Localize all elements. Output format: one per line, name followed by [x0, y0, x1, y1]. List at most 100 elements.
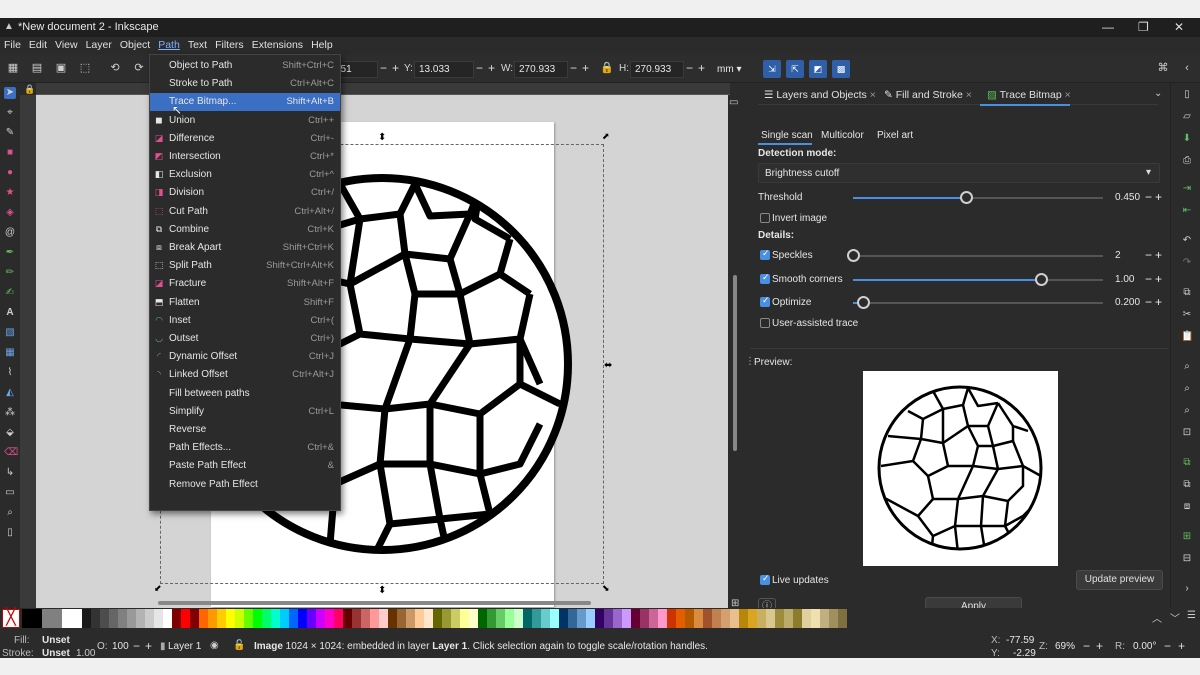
scale-handle-bottom-right[interactable]: ⬊	[602, 583, 610, 594]
color-swatch[interactable]	[280, 609, 289, 628]
optimize-minus-button[interactable]: −	[1145, 295, 1152, 309]
color-swatch[interactable]	[325, 609, 334, 628]
y-plus-button[interactable]: +	[488, 61, 495, 75]
rotate-ccw-icon[interactable]: ⟲	[108, 61, 122, 75]
color-swatch[interactable]	[262, 609, 271, 628]
menu-item-division[interactable]: ◨ Division Ctrl+/	[150, 184, 340, 202]
color-swatch[interactable]	[649, 609, 658, 628]
palette-down-icon[interactable]: ﹀	[1170, 610, 1180, 625]
color-swatch[interactable]	[352, 609, 361, 628]
color-swatch[interactable]	[541, 609, 550, 628]
color-swatch[interactable]	[235, 609, 244, 628]
menu-item-fracture[interactable]: ◪ Fracture Shift+Alt+F	[150, 275, 340, 293]
detection-mode-select[interactable]: Brightness cutoff ▾	[758, 163, 1160, 183]
optimize-checkbox[interactable]	[760, 295, 770, 307]
color-swatch[interactable]	[190, 609, 199, 628]
menu-item-difference[interactable]: ◪ Difference Ctrl+-	[150, 130, 340, 148]
color-swatch[interactable]	[820, 609, 829, 628]
speckles-value[interactable]: 2	[1115, 250, 1121, 261]
menu-extensions[interactable]: Extensions	[248, 37, 307, 51]
w-minus-button[interactable]: −	[570, 61, 577, 75]
color-swatch[interactable]	[388, 609, 397, 628]
scale-corners-icon[interactable]: ⇱	[786, 60, 804, 78]
scale-handle-right[interactable]: ⬌	[604, 360, 612, 371]
menu-item-fill-between-paths[interactable]: Fill between paths	[150, 385, 340, 403]
menu-item-path-effects[interactable]: Path Effects... Ctrl+&	[150, 439, 340, 457]
print-icon[interactable]: ⎙	[1181, 155, 1193, 167]
current-layer[interactable]: Layer 1	[168, 641, 201, 652]
color-swatch[interactable]	[532, 609, 541, 628]
h-plus-button[interactable]: +	[698, 61, 705, 75]
color-swatch[interactable]	[613, 609, 622, 628]
undo-icon[interactable]: ↶	[1181, 235, 1193, 247]
close-tab-icon[interactable]: ×	[966, 89, 972, 101]
menu-layer[interactable]: Layer	[82, 37, 116, 51]
color-swatch[interactable]	[811, 609, 820, 628]
optimize-plus-button[interactable]: +	[1155, 295, 1162, 309]
color-swatch[interactable]	[424, 609, 433, 628]
vertical-scrollbar[interactable]	[733, 275, 737, 451]
smooth-corners-slider-knob[interactable]	[1034, 273, 1048, 286]
color-swatch[interactable]	[307, 609, 316, 628]
threshold-minus-button[interactable]: −	[1145, 190, 1152, 204]
node-tool-icon[interactable]: ⌖	[4, 107, 16, 119]
color-swatch[interactable]	[730, 609, 739, 628]
subtab-pixel-art[interactable]: Pixel art	[877, 130, 913, 141]
color-swatch[interactable]	[478, 609, 487, 628]
color-swatch[interactable]	[748, 609, 757, 628]
menu-item-combine[interactable]: ⧉ Combine Ctrl+K	[150, 221, 340, 239]
color-swatch[interactable]	[622, 609, 631, 628]
menu-file[interactable]: File	[0, 37, 25, 51]
color-swatch[interactable]	[775, 609, 784, 628]
scale-handle-bottom-left[interactable]: ⬋	[154, 583, 162, 594]
menu-item-exclusion[interactable]: ◧ Exclusion Ctrl+^	[150, 166, 340, 184]
color-swatch[interactable]	[577, 609, 586, 628]
color-swatch[interactable]	[559, 609, 568, 628]
smooth-corners-checkbox[interactable]	[760, 272, 770, 284]
pen-tool-icon[interactable]: ✒	[4, 247, 16, 259]
color-swatch[interactable]	[604, 609, 613, 628]
horizontal-scrollbar[interactable]	[158, 601, 591, 605]
smooth-corners-slider[interactable]	[853, 273, 1103, 286]
color-swatch[interactable]	[136, 609, 145, 628]
stroke-width-value[interactable]: 1.00	[76, 648, 95, 658]
text-tool-icon[interactable]: A	[4, 307, 16, 319]
color-swatch[interactable]	[154, 609, 163, 628]
smooth-corners-minus-button[interactable]: −	[1145, 272, 1152, 286]
menu-item-split-path[interactable]: ⬚ Split Path Shift+Ctrl+Alt+K	[150, 257, 340, 275]
x-minus-button[interactable]: −	[380, 61, 387, 75]
stroke-value[interactable]: Unset	[42, 648, 70, 658]
color-swatch[interactable]	[145, 609, 154, 628]
color-swatch[interactable]	[595, 609, 604, 628]
color-swatch[interactable]	[208, 609, 217, 628]
menu-edit[interactable]: Edit	[25, 37, 51, 51]
canvas[interactable]: ⬍ ⬍ ⬌ ⬋ ⬊ ⬈	[36, 95, 728, 613]
spiral-tool-icon[interactable]: @	[4, 227, 16, 239]
color-swatch[interactable]	[721, 609, 730, 628]
color-swatch[interactable]	[217, 609, 226, 628]
fill-value[interactable]: Unset	[42, 635, 70, 646]
tweak-tool-icon[interactable]: ✎	[4, 127, 16, 139]
color-swatch[interactable]	[397, 609, 406, 628]
move-patterns-icon[interactable]: ▩	[832, 60, 850, 78]
color-swatch[interactable]	[460, 609, 469, 628]
color-swatch[interactable]	[568, 609, 577, 628]
speckles-slider[interactable]	[847, 249, 1103, 262]
speckles-slider-knob[interactable]	[847, 249, 860, 262]
speckles-plus-button[interactable]: +	[1155, 248, 1162, 262]
menu-text[interactable]: Text	[184, 37, 211, 51]
invert-image-checkbox[interactable]	[760, 213, 770, 223]
color-swatch[interactable]	[127, 609, 136, 628]
y-minus-button[interactable]: −	[476, 61, 483, 75]
color-swatch[interactable]	[793, 609, 802, 628]
scale-stroke-icon[interactable]: ⇲	[763, 60, 781, 78]
color-swatch[interactable]	[703, 609, 712, 628]
rotation-minus-button[interactable]: −	[1164, 639, 1171, 653]
color-swatch[interactable]	[163, 609, 172, 628]
subtab-multicolor[interactable]: Multicolor	[821, 130, 864, 141]
color-swatch[interactable]	[496, 609, 505, 628]
optimize-value[interactable]: 0.200	[1115, 297, 1140, 308]
opacity-plus-button[interactable]: +	[145, 639, 152, 653]
eraser-tool-icon[interactable]: ⌫	[4, 447, 18, 459]
color-swatch[interactable]	[253, 609, 262, 628]
